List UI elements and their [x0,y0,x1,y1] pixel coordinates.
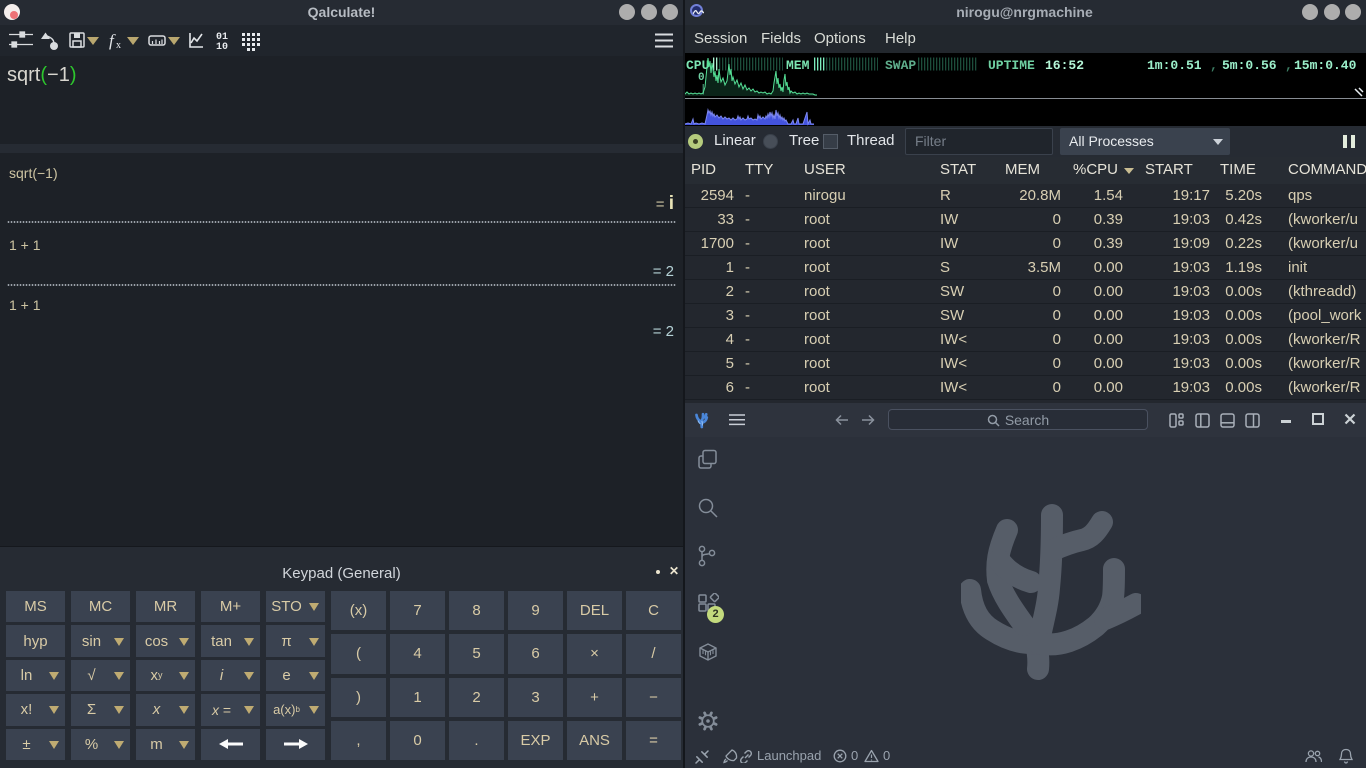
svg-text:15m:0.40: 15m:0.40 [1294,58,1357,73]
svg-text:x: x [116,40,121,51]
svg-text:,: , [1210,58,1218,73]
svg-text:f: f [109,31,116,50]
svg-text:UPTIME: UPTIME [988,58,1035,73]
svg-text:16:52: 16:52 [1045,58,1084,73]
svg-text:5m:0.56: 5m:0.56 [1222,58,1277,73]
svg-text:MEM: MEM [786,58,810,73]
svg-text:10: 10 [216,42,228,53]
svg-text:,: , [1285,58,1293,73]
svg-text:SWAP: SWAP [885,58,916,73]
svg-text:1m:0.51: 1m:0.51 [1147,58,1202,73]
svg-text:CPU: CPU [686,58,709,73]
svg-text:0: 0 [698,72,705,84]
